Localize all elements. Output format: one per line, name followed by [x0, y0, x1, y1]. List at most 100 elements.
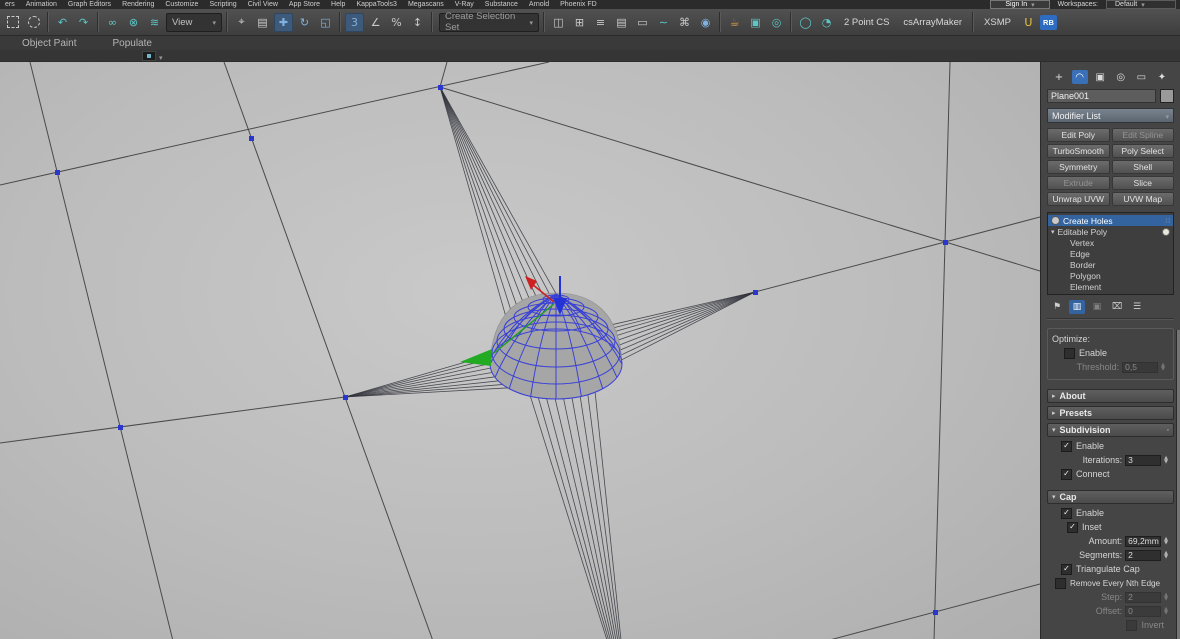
material-editor-icon[interactable]: ◉	[696, 13, 715, 32]
edit-poly-button[interactable]: Edit Poly	[1047, 128, 1110, 142]
gizmo-x-axis-arrow[interactable]	[525, 276, 537, 290]
menu-item-modifiers[interactable]: ers	[5, 1, 15, 8]
modifier-list-dropdown[interactable]: Modifier List	[1047, 108, 1174, 123]
named-selection-set-combo[interactable]: Create Selection Set	[439, 11, 539, 33]
menu-item-arnold[interactable]: Arnold	[529, 1, 549, 8]
unlink-selection-icon[interactable]: ⊗	[124, 13, 143, 32]
slice-button[interactable]: Slice	[1111, 176, 1174, 190]
redo-icon[interactable]: ↷	[74, 13, 93, 32]
menu-item-phoenix-fd[interactable]: Phoenix FD	[560, 1, 597, 8]
panel-scrollbar[interactable]	[1176, 330, 1180, 639]
stack-subitem-vertex[interactable]: Vertex	[1048, 237, 1173, 248]
expand-arrow-icon[interactable]: ▾	[1051, 228, 1055, 236]
object-name-input[interactable]: Plane001	[1047, 89, 1156, 103]
poly-select-button[interactable]: Poly Select	[1111, 144, 1174, 158]
select-object-icon[interactable]: ⌖	[232, 13, 251, 32]
menu-item-kappatools[interactable]: KappaTools3	[356, 1, 396, 8]
curve-editor-icon[interactable]: ∼	[654, 13, 673, 32]
iterations-input[interactable]: 3	[1125, 454, 1162, 466]
stack-subitem-element[interactable]: Element	[1048, 281, 1173, 292]
remove-modifier-icon[interactable]: ⌧	[1109, 300, 1125, 314]
marquee-select-icon[interactable]	[3, 13, 22, 32]
menu-item-megascans[interactable]: Megascans	[408, 1, 444, 8]
connect-checkbox[interactable]	[1061, 468, 1072, 480]
undo-icon[interactable]: ↶	[53, 13, 72, 32]
render-setup-icon[interactable]: ☕	[725, 13, 744, 32]
select-by-name-icon[interactable]: ▤	[253, 13, 272, 32]
rollout-subdivision[interactable]: ▾ Subdivision ◦	[1047, 423, 1174, 437]
menu-item-rendering[interactable]: Rendering	[122, 1, 154, 8]
remove-nth-edge-checkbox[interactable]	[1055, 577, 1066, 589]
tab-object-paint[interactable]: Object Paint	[22, 38, 76, 49]
uniremover-icon[interactable]: U	[1019, 13, 1038, 32]
ribbon-toggle-icon[interactable]: ▭	[633, 13, 652, 32]
percent-snap-icon[interactable]: %	[387, 13, 406, 32]
spinner-arrows-icon[interactable]: ▲ ▼	[1164, 551, 1168, 560]
select-and-rotate-icon[interactable]: ↻	[295, 13, 314, 32]
gizmo-y-axis-arrow[interactable]	[460, 349, 492, 366]
dome-mesh[interactable]	[489, 292, 623, 400]
triangulate-cap-checkbox[interactable]	[1061, 563, 1072, 575]
sign-in-button[interactable]: Sign In	[990, 0, 1050, 9]
spinner-snap-icon[interactable]: ↕	[408, 13, 427, 32]
paint-select-region-icon[interactable]	[24, 13, 43, 32]
menu-item-graph-editors[interactable]: Graph Editors	[68, 1, 111, 8]
selection-lock-icon[interactable]: ◔	[817, 13, 836, 32]
show-end-result-icon[interactable]: ▥	[1069, 300, 1085, 314]
rollout-cap[interactable]: ▾ Cap	[1047, 490, 1174, 504]
inset-checkbox[interactable]	[1067, 521, 1078, 533]
pin-stack-icon[interactable]: ⚑	[1049, 300, 1065, 314]
stack-subitem-border[interactable]: Border	[1048, 259, 1173, 270]
menu-item-help[interactable]: Help	[331, 1, 345, 8]
rollout-presets[interactable]: ▸ Presets	[1047, 406, 1174, 420]
select-and-link-icon[interactable]: ∞	[103, 13, 122, 32]
optimize-enable-checkbox[interactable]	[1064, 347, 1075, 359]
stack-subitem-edge[interactable]: Edge	[1048, 248, 1173, 259]
menu-item-vray[interactable]: V-Ray	[455, 1, 474, 8]
viewport-canvas[interactable]	[0, 62, 1040, 639]
rb-plugin-button[interactable]: RB	[1039, 14, 1057, 30]
select-and-move-icon[interactable]: ✚	[274, 12, 293, 32]
schematic-view-icon[interactable]: ⌘	[675, 13, 694, 32]
cs-array-maker-button[interactable]: csArrayMaker	[897, 17, 968, 28]
menu-item-app-store[interactable]: App Store	[289, 1, 320, 8]
isolate-selection-icon[interactable]: ◯	[796, 13, 815, 32]
segments-input[interactable]: 2	[1125, 549, 1162, 561]
two-point-cs-button[interactable]: 2 Point CS	[838, 17, 895, 28]
hierarchy-tab-icon[interactable]: ▣	[1092, 70, 1108, 84]
unwrap-uvw-button[interactable]: Unwrap UVW	[1047, 192, 1110, 206]
subdivision-enable-checkbox[interactable]	[1061, 440, 1072, 452]
align-icon[interactable]: ⊞	[570, 13, 589, 32]
shell-button[interactable]: Shell	[1111, 160, 1174, 174]
mirror-icon[interactable]: ◫	[549, 13, 568, 32]
symmetry-button[interactable]: Symmetry	[1047, 160, 1110, 174]
menu-item-scripting[interactable]: Scripting	[209, 1, 236, 8]
paint-tool-icon[interactable]	[142, 50, 156, 61]
render-production-icon[interactable]: ◎	[767, 13, 786, 32]
scene-explorer-icon[interactable]: ≡	[591, 13, 610, 32]
stack-item-editable-poly[interactable]: ▾ Editable Poly	[1048, 226, 1173, 237]
spinner-arrows-icon[interactable]: ▲ ▼	[1164, 537, 1168, 546]
bind-to-space-warp-icon[interactable]: ≋	[145, 13, 164, 32]
uvw-map-button[interactable]: UVW Map	[1111, 192, 1174, 206]
stack-row-options-icon[interactable]: ∷	[1166, 217, 1170, 225]
xsmp-button[interactable]: XSMP	[978, 17, 1017, 28]
snap-toggle-3d-icon[interactable]: 3	[345, 12, 364, 32]
spinner-arrows-icon[interactable]: ▲ ▼	[1161, 363, 1165, 372]
modify-tab-icon[interactable]: ◠	[1071, 70, 1088, 84]
create-tab-icon[interactable]: +	[1051, 70, 1067, 84]
select-and-scale-icon[interactable]: ◱	[316, 13, 335, 32]
selection-filter-dropdown[interactable]: View	[166, 12, 222, 32]
threshold-input[interactable]: 0,5	[1122, 361, 1159, 373]
menu-item-substance[interactable]: Substance	[485, 1, 518, 8]
viewport[interactable]	[0, 62, 1040, 639]
rendered-frame-window-icon[interactable]: ▣	[746, 13, 765, 32]
rollout-about[interactable]: ▸ About	[1047, 389, 1174, 403]
object-color-swatch[interactable]	[1160, 89, 1174, 103]
amount-input[interactable]: 69,2mm	[1125, 535, 1162, 547]
menu-item-civil-view[interactable]: Civil View	[248, 1, 278, 8]
menu-item-customize[interactable]: Customize	[165, 1, 198, 8]
modifier-toggle-icon[interactable]	[1051, 216, 1060, 225]
motion-tab-icon[interactable]: ◎	[1113, 70, 1129, 84]
spinner-arrows-icon[interactable]: ▲ ▼	[1164, 456, 1168, 465]
